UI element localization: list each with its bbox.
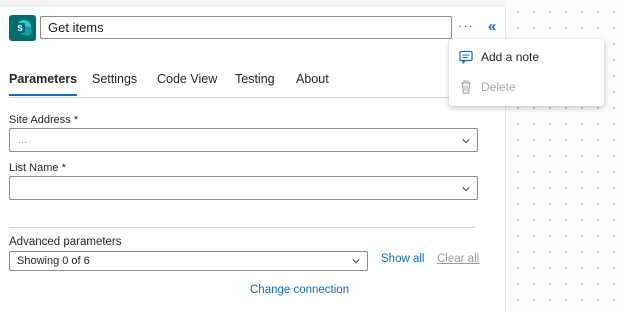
- advanced-parameters-label: Advanced parameters: [9, 236, 122, 248]
- advanced-parameters-value: Showing 0 of 6: [17, 255, 90, 267]
- menu-item-delete[interactable]: Delete: [449, 73, 604, 101]
- change-connection-link[interactable]: Change connection: [250, 284, 349, 296]
- action-title-input[interactable]: Get items: [40, 16, 452, 39]
- tab-testing[interactable]: Testing: [235, 72, 275, 86]
- tab-code-view[interactable]: Code View: [157, 72, 217, 86]
- menu-item-add-note[interactable]: Add a note: [449, 43, 604, 71]
- svg-text:S: S: [17, 24, 23, 33]
- panel-top-strip: [0, 0, 506, 6]
- site-address-dropdown[interactable]: ...: [9, 128, 478, 152]
- context-menu: Add a note Delete: [449, 39, 604, 106]
- chevron-down-icon: [462, 187, 470, 192]
- tab-parameters[interactable]: Parameters: [9, 72, 78, 96]
- list-name-label: List Name *: [9, 162, 66, 174]
- menu-item-add-note-label: Add a note: [481, 50, 540, 64]
- collapse-panel-button[interactable]: «: [482, 17, 502, 38]
- advanced-parameters-dropdown[interactable]: Showing 0 of 6: [9, 251, 368, 271]
- chevron-down-icon: [462, 139, 470, 144]
- site-address-value: ...: [18, 134, 28, 146]
- tab-divider: [9, 97, 476, 98]
- site-address-label: Site Address *: [9, 114, 79, 126]
- show-all-link[interactable]: Show all: [381, 253, 424, 265]
- tab-about[interactable]: About: [296, 72, 329, 86]
- tab-settings[interactable]: Settings: [92, 72, 137, 86]
- note-icon: [459, 50, 473, 64]
- menu-item-delete-label: Delete: [481, 80, 516, 94]
- more-options-button[interactable]: ···: [455, 17, 477, 38]
- chevron-down-icon: [352, 259, 360, 264]
- trash-icon: [461, 80, 471, 94]
- list-name-dropdown[interactable]: [9, 176, 478, 200]
- advanced-divider: [9, 227, 476, 228]
- sharepoint-icon: S: [9, 15, 36, 41]
- clear-all-link[interactable]: Clear all: [437, 253, 479, 265]
- action-details-panel: S Get items ··· « Parameters Settings Co…: [0, 0, 506, 312]
